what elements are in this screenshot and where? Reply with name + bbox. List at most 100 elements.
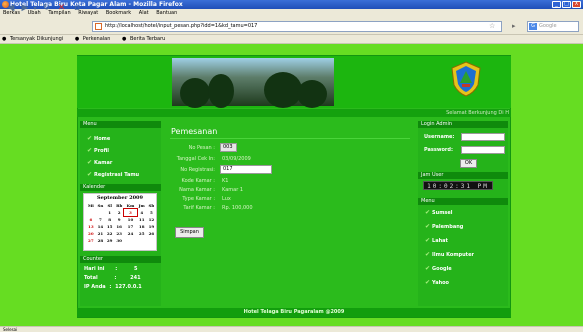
link-ilmu-komputer[interactable]: ✔ Ilmu Komputer <box>418 248 508 262</box>
calendar-day: 20 <box>88 231 94 236</box>
bookmarks-toolbar: ● Tersanyak Dikunjungi ● Perkenalan ● Be… <box>0 35 583 44</box>
address-bar[interactable]: http://localhost/hotel/input_pesan.php?i… <box>92 21 502 32</box>
tanggal-cek-in-value: 03/09/2009 <box>222 156 251 162</box>
calendar-day: 15 <box>106 224 113 229</box>
username-input[interactable] <box>461 133 505 141</box>
calendar-day: 6 <box>89 217 93 222</box>
counter-ip: IP Anda : 127.0.0.1 <box>84 284 142 290</box>
clock-display: 10:02:31 PM <box>423 181 493 190</box>
weekday: Mi <box>87 203 94 208</box>
calendar-day: 9 <box>117 217 121 222</box>
kode-kamar-value: K1 <box>222 178 229 184</box>
weekday: Sl <box>107 203 112 208</box>
form-title: Pemesanan <box>171 127 218 136</box>
username-label: Username: <box>424 134 455 140</box>
save-button[interactable]: Simpan <box>175 227 204 238</box>
home-icon[interactable]: ⌂ <box>71 3 83 14</box>
check-icon: ✔ <box>425 265 431 272</box>
menubar: Berkas Ubah Tampilan Riwayat Bookmark Al… <box>0 9 583 18</box>
bookmark-most-visited[interactable]: ● Tersanyak Dikunjungi <box>2 36 67 42</box>
calendar-day: 13 <box>88 224 94 229</box>
label-tanggal-cek-in: Tanggal Cek In: <box>176 156 215 162</box>
calendar-day: 12 <box>148 217 155 222</box>
calendar-day: 19 <box>148 224 155 229</box>
calendar-day: 30 <box>116 238 122 243</box>
bookmark-latest-headlines[interactable]: ● Berita Terbaru <box>122 36 169 42</box>
check-icon: ✔ <box>87 135 93 142</box>
check-icon: ✔ <box>87 147 93 154</box>
stop-icon[interactable]: ✕ <box>56 3 67 14</box>
right-menu-header: Menu <box>418 198 508 205</box>
weekday: Sn <box>97 203 104 208</box>
link-google[interactable]: ✔ Google <box>418 262 508 276</box>
calendar-day: 27 <box>88 238 94 243</box>
calendar-day: 29 <box>106 238 113 243</box>
city-emblem-logo <box>451 61 481 97</box>
nama-kamar-value: Kamar 1 <box>222 187 244 193</box>
form-divider <box>170 138 410 139</box>
menu-alat[interactable]: Alat <box>139 10 149 16</box>
back-icon[interactable]: ◀ <box>4 3 18 14</box>
link-palembang[interactable]: ✔ Palembang <box>418 220 508 234</box>
rss-icon[interactable]: ▸ <box>512 22 516 30</box>
calendar-day: 23 <box>116 231 122 236</box>
calendar-day: 28 <box>97 238 104 243</box>
search-input[interactable]: G Google <box>527 21 579 32</box>
counter-header: Counter <box>80 256 161 263</box>
calendar-day: 8 <box>108 217 112 222</box>
close-button[interactable]: X <box>572 1 581 8</box>
calendar-day: 17 <box>127 224 134 229</box>
status-bar: Selesai <box>0 326 583 332</box>
reload-icon[interactable]: ↻ <box>41 3 52 14</box>
check-icon: ✔ <box>425 237 431 244</box>
label-nama-kamar: Nama Kamar : <box>179 187 215 193</box>
check-icon: ✔ <box>87 171 93 178</box>
sidebar-item-home[interactable]: ✔ Home <box>80 133 161 145</box>
label-tarif-kamar: Tarif Kamar : <box>183 205 215 211</box>
menu-bantuan[interactable]: Bantuan <box>156 10 177 16</box>
calendar-day <box>124 237 137 244</box>
no-registrasi-field[interactable]: 017 <box>220 165 272 174</box>
calendar-day <box>137 237 147 244</box>
menu-bookmark[interactable]: Bookmark <box>106 10 131 16</box>
calendar-day: 10 <box>127 217 134 222</box>
link-lahat[interactable]: ✔ Lahat <box>418 234 508 248</box>
password-label: Password: <box>424 147 453 153</box>
calendar-day <box>96 209 105 216</box>
no-pesan-field[interactable]: 003 <box>220 143 237 152</box>
calendar-day: 22 <box>106 231 113 236</box>
login-ok-button[interactable]: OK <box>460 159 477 168</box>
label-no-pesan: No Pesan : <box>188 145 215 151</box>
calendar-day: 24 <box>127 231 134 236</box>
label-kode-kamar: Kode Kamar : <box>181 178 215 184</box>
menu-header: Menu <box>80 121 161 128</box>
hotel-photo <box>172 58 334 108</box>
calendar-day: 2 <box>117 210 121 215</box>
link-sumsel[interactable]: ✔ Sumsel <box>418 206 508 220</box>
password-input[interactable] <box>461 146 505 154</box>
bookmark-getting-started[interactable]: ● Perkenalan <box>75 36 115 42</box>
window-titlebar: Hotel Telaga Biru Kota Pagar Alam - Mozi… <box>0 0 583 9</box>
counter-total: Total : 241 <box>84 275 141 281</box>
calendar-day: 14 <box>97 224 104 229</box>
check-icon: ✔ <box>87 159 93 166</box>
calendar-day <box>86 209 96 216</box>
minimize-button[interactable]: _ <box>552 1 561 8</box>
maximize-button[interactable]: □ <box>562 1 571 8</box>
forward-icon[interactable]: ▶ <box>20 3 30 14</box>
label-no-registrasi: No Registrasi: <box>180 167 215 173</box>
login-header: Login Admin <box>418 121 508 128</box>
history-dropdown-icon[interactable]: ▾ <box>31 3 39 14</box>
check-icon: ✔ <box>425 279 431 286</box>
weekday: Rb <box>116 203 123 208</box>
right-menu: ✔ Sumsel ✔ Palembang ✔ Lahat ✔ Ilmu Komputer… <box>418 206 508 290</box>
address-url: http://localhost/hotel/input_pesan.php?i… <box>105 23 258 29</box>
page-favicon-icon <box>95 23 102 30</box>
link-yahoo[interactable]: ✔ Yahoo <box>418 276 508 290</box>
type-kamar-value: Lux <box>222 196 231 202</box>
calendar-day: 21 <box>97 231 104 236</box>
label-type-kamar: Type Kamar : <box>182 196 215 202</box>
check-icon: ✔ <box>425 209 431 216</box>
calendar-day: 26 <box>148 231 155 236</box>
bookmark-star-icon[interactable]: ☆ <box>489 22 495 30</box>
